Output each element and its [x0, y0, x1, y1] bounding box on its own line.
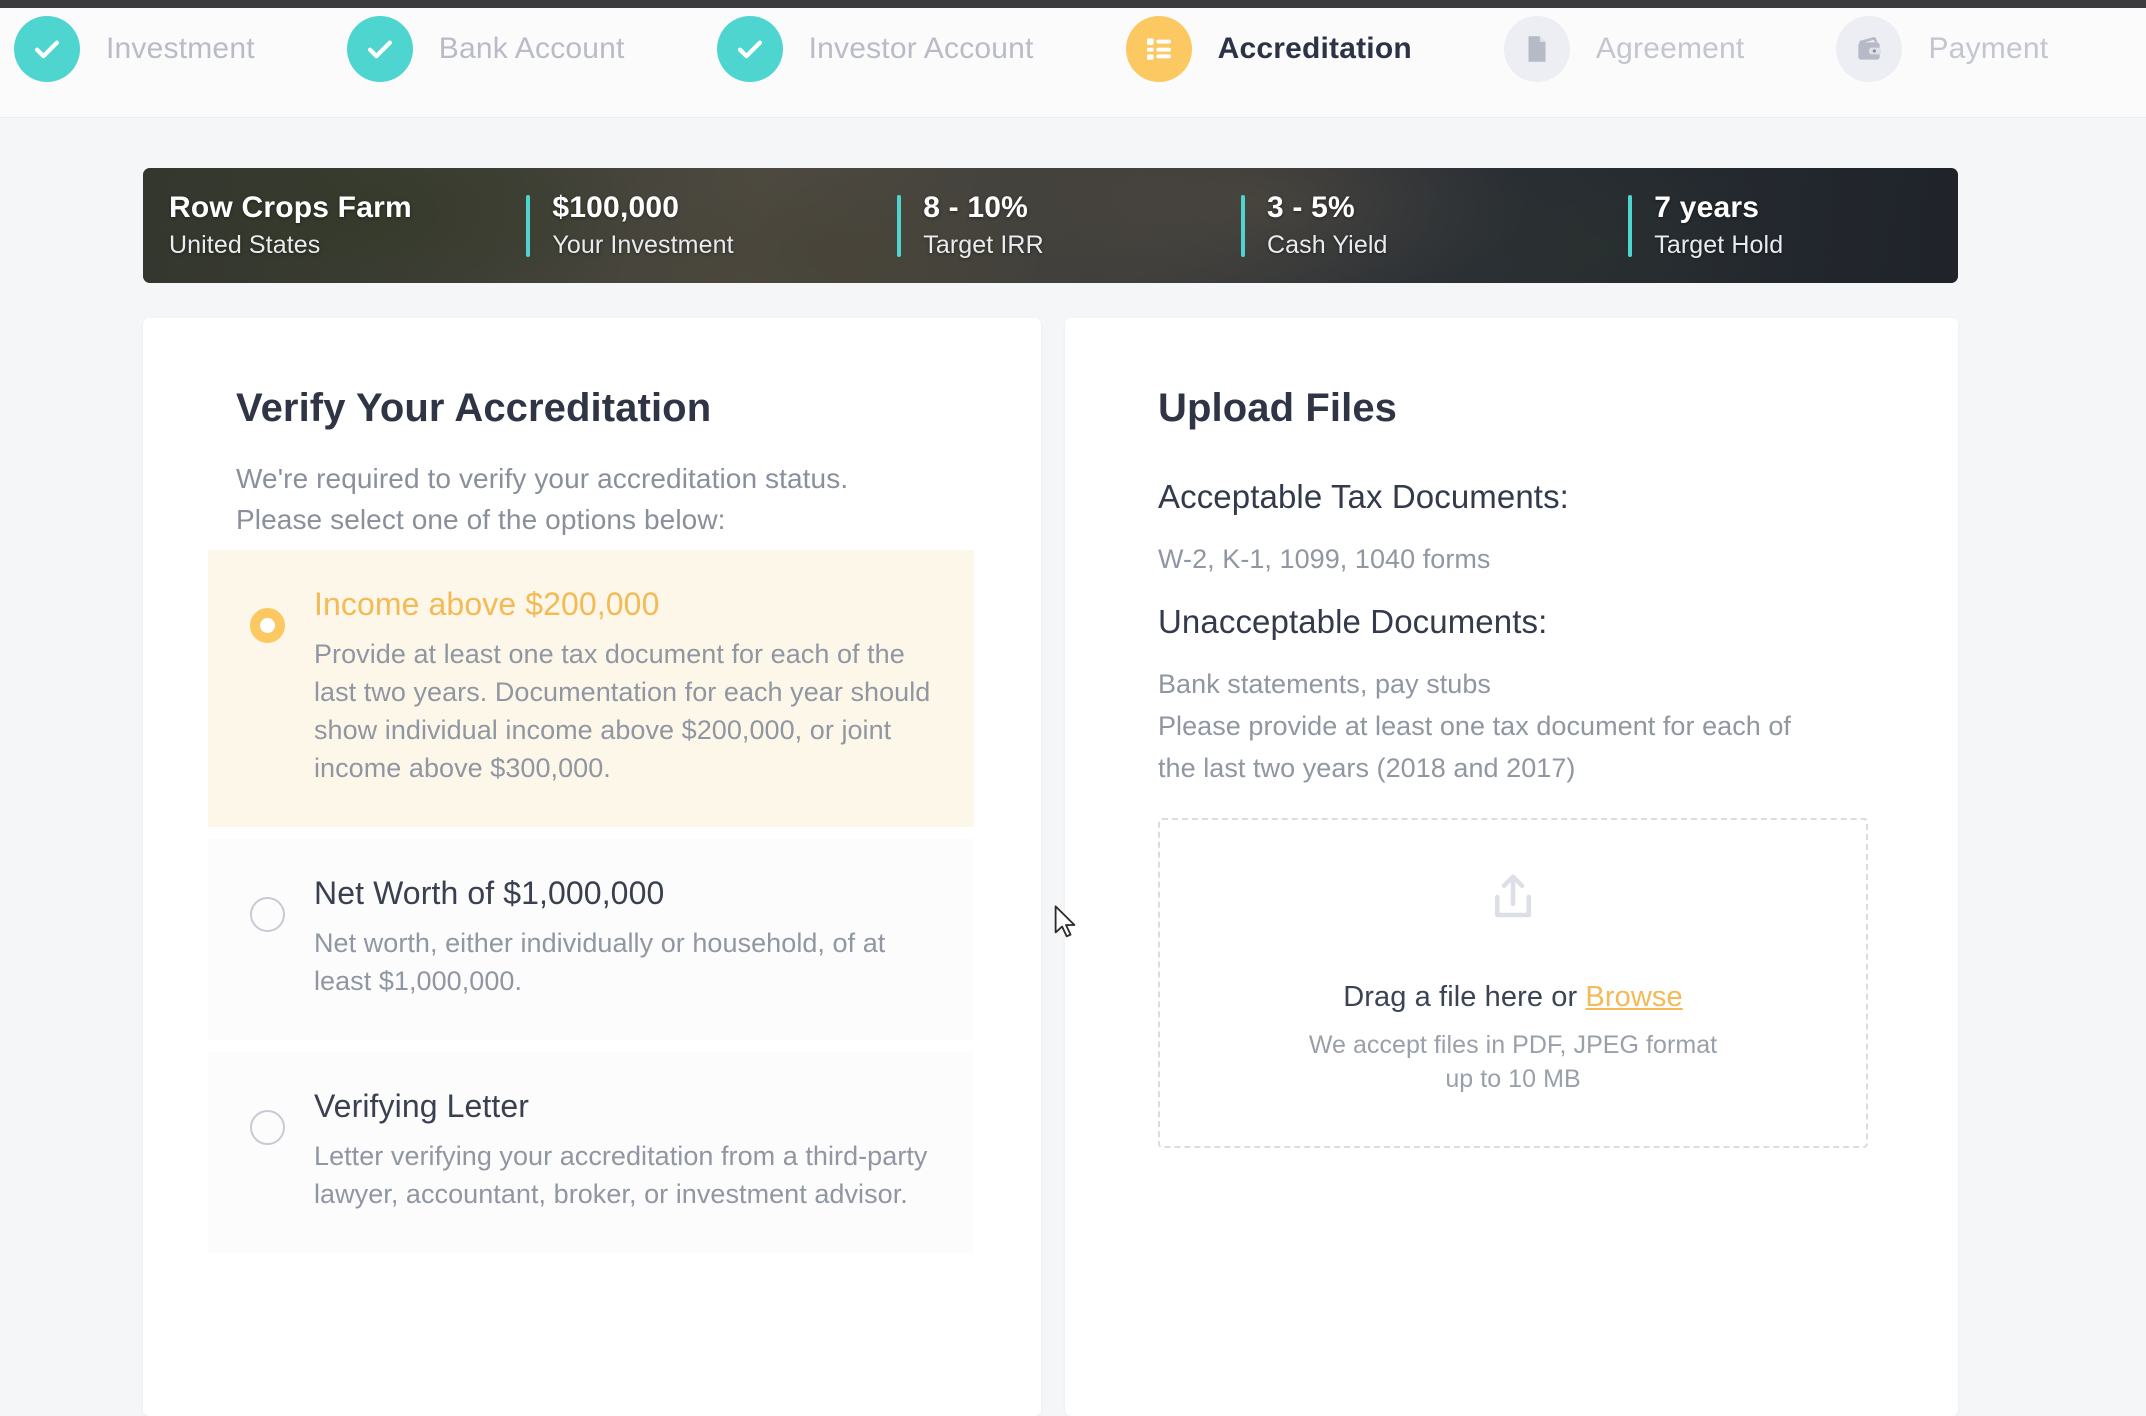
banner-cash-yield-label: Cash Yield	[1266, 231, 1388, 259]
banner-cell-investment: $100,000 Your Investment	[526, 191, 883, 260]
banner-investment-amount: $100,000	[552, 191, 680, 224]
option-description-verifying-letter: Letter verifying your accreditation from…	[314, 1141, 928, 1209]
radio-income-above-200000[interactable]	[250, 608, 285, 643]
acceptable-documents-body: W-2, K-1, 1099, 1040 forms	[1158, 544, 1491, 574]
stepper-label-agreement: Agreement	[1595, 32, 1745, 65]
stepper-label-bank-account: Bank Account	[438, 32, 625, 65]
stepper-item-bank-account[interactable]: Bank Account	[346, 16, 625, 82]
stepper-label-investor-account: Investor Account	[808, 32, 1034, 65]
banner-target-hold-label: Target Hold	[1654, 231, 1784, 259]
banner-target-irr-value: 8 - 10%	[923, 191, 1029, 224]
radio-net-worth-1000000[interactable]	[250, 897, 285, 932]
option-title-net-worth: Net Worth of $1,000,000	[314, 875, 665, 911]
unacceptable-line-2: Please provide at least one tax document…	[1158, 711, 1791, 741]
banner-investment-label: Your Investment	[552, 231, 734, 259]
check-icon	[14, 16, 80, 82]
file-dropzone[interactable]: Drag a file here or Browse We accept fil…	[1158, 818, 1868, 1148]
upload-title: Upload Files	[1158, 386, 1398, 430]
check-icon	[716, 16, 783, 82]
stepper-item-investor-account[interactable]: Investor Account	[716, 16, 1034, 82]
radio-verifying-letter[interactable]	[250, 1110, 285, 1145]
accreditation-options-list: Income above $200,000 Provide at least o…	[208, 550, 974, 1265]
accreditation-option-net-worth[interactable]: Net Worth of $1,000,000 Net worth, eithe…	[208, 839, 974, 1040]
acceptable-documents-heading: Acceptable Tax Documents:	[1158, 478, 1569, 515]
accreditation-subtitle-line2: Please select one of the options below:	[236, 504, 726, 535]
unacceptable-line-1: Bank statements, pay stubs	[1158, 669, 1491, 699]
banner-target-hold-value: 7 years	[1654, 191, 1760, 224]
progress-stepper: Investment Bank Account Investor Account…	[0, 8, 2146, 118]
option-title-income: Income above $200,000	[314, 586, 660, 622]
check-icon	[346, 16, 413, 82]
option-description-income: Provide at least one tax document for ea…	[314, 639, 931, 783]
stepper-label-accreditation: Accreditation	[1217, 32, 1412, 65]
banner-cell-target-irr: 8 - 10% Target IRR	[897, 191, 1227, 260]
unacceptable-documents-body: Bank statements, pay stubs Please provid…	[1158, 663, 1791, 789]
page-title: Verify Your Accreditation	[236, 386, 712, 430]
stepper-item-investment[interactable]: Investment	[14, 16, 255, 82]
banner-cell-cash-yield: 3 - 5% Cash Yield	[1241, 191, 1614, 260]
stepper-item-agreement[interactable]: Agreement	[1503, 16, 1745, 82]
banner-target-irr-label: Target IRR	[923, 231, 1044, 259]
dropzone-prompt: Drag a file here or Browse	[1343, 981, 1682, 1014]
accreditation-card: Verify Your Accreditation We're required…	[143, 318, 1041, 1416]
banner-property-country: United States	[169, 231, 321, 259]
banner-cell-target-hold: 7 years Target Hold	[1628, 191, 1958, 260]
accreditation-option-verifying-letter[interactable]: Verifying Letter Letter verifying your a…	[208, 1052, 974, 1253]
accreditation-subtitle-line1: We're required to verify your accreditat…	[236, 463, 849, 494]
dropzone-hint: We accept files in PDF, JPEG format up t…	[1309, 1028, 1717, 1096]
option-title-verifying-letter: Verifying Letter	[314, 1088, 530, 1124]
stepper-item-accreditation[interactable]: Accreditation	[1125, 16, 1412, 82]
investment-summary-banner: Row Crops Farm United States $100,000 Yo…	[143, 168, 1958, 283]
wallet-icon	[1836, 16, 1903, 82]
browser-chrome-strip	[0, 0, 2146, 8]
dropzone-prompt-text: Drag a file here or	[1343, 981, 1586, 1013]
stepper-item-payment[interactable]: Payment	[1836, 16, 2048, 82]
dropzone-hint-line1: We accept files in PDF, JPEG format	[1308, 1031, 1718, 1059]
stepper-label-payment: Payment	[1928, 32, 2049, 65]
dropzone-hint-line2: up to 10 MB	[1445, 1065, 1581, 1093]
accreditation-option-income[interactable]: Income above $200,000 Provide at least o…	[208, 550, 974, 827]
browse-link[interactable]: Browse	[1585, 981, 1682, 1013]
banner-property-name: Row Crops Farm	[169, 191, 412, 224]
stepper-label-investment: Investment	[106, 32, 255, 65]
banner-cell-property: Row Crops Farm United States	[169, 191, 512, 260]
unacceptable-documents-heading: Unacceptable Documents:	[1158, 603, 1548, 640]
document-icon	[1503, 16, 1570, 82]
upload-icon	[1486, 870, 1540, 929]
option-description-net-worth: Net worth, either individually or househ…	[314, 928, 886, 996]
upload-files-card: Upload Files Acceptable Tax Documents: W…	[1065, 318, 1958, 1416]
list-icon	[1125, 16, 1192, 82]
accreditation-subtitle: We're required to verify your accreditat…	[236, 458, 848, 540]
banner-cash-yield-value: 3 - 5%	[1266, 191, 1355, 224]
unacceptable-line-3: the last two years (2018 and 2017)	[1158, 753, 1576, 783]
